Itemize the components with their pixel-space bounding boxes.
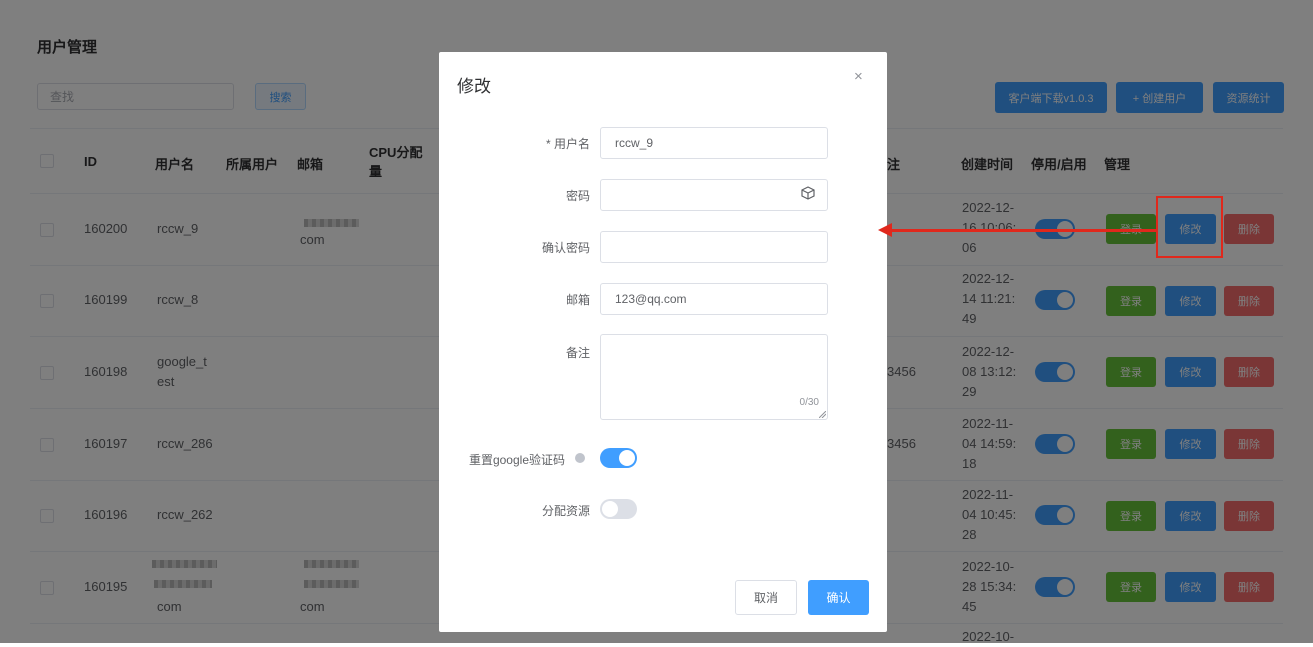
reset-google-toggle[interactable]	[600, 448, 637, 468]
confirm-password-field[interactable]	[600, 231, 828, 263]
annotation-highlight-box	[1156, 196, 1223, 258]
password-label: 密码	[565, 189, 590, 203]
email-label: 邮箱	[565, 293, 590, 307]
annotation-arrow-line	[890, 229, 1158, 232]
toggle-knob	[619, 450, 635, 466]
username-field[interactable]	[600, 127, 828, 159]
dialog-title: 修改	[457, 77, 491, 96]
confirm-password-label: 确认密码	[541, 241, 590, 255]
edit-user-dialog: 修改 × * 用户名 密码 确认密码 邮箱 备注 0/30 重置google验证…	[439, 52, 887, 632]
reset-google-label: 重置google验证码	[468, 453, 565, 467]
password-field[interactable]	[600, 179, 828, 211]
resize-handle-icon[interactable]	[819, 411, 826, 418]
cancel-button[interactable]: 取消	[735, 580, 797, 615]
username-label: * 用户名	[545, 137, 590, 151]
allocate-resources-toggle[interactable]	[600, 499, 637, 519]
remark-counter: 0/30	[799, 397, 819, 408]
annotation-arrow-head-icon	[878, 223, 892, 237]
remark-textarea[interactable]: 0/30	[600, 334, 828, 420]
confirm-button[interactable]: 确认	[808, 580, 869, 615]
remark-label: 备注	[565, 346, 590, 360]
allocate-resources-label: 分配资源	[541, 504, 590, 518]
generate-password-icon[interactable]	[801, 186, 815, 200]
toggle-knob	[602, 501, 618, 517]
email-field[interactable]	[600, 283, 828, 315]
info-icon	[575, 453, 585, 463]
close-icon[interactable]: ×	[854, 68, 863, 85]
